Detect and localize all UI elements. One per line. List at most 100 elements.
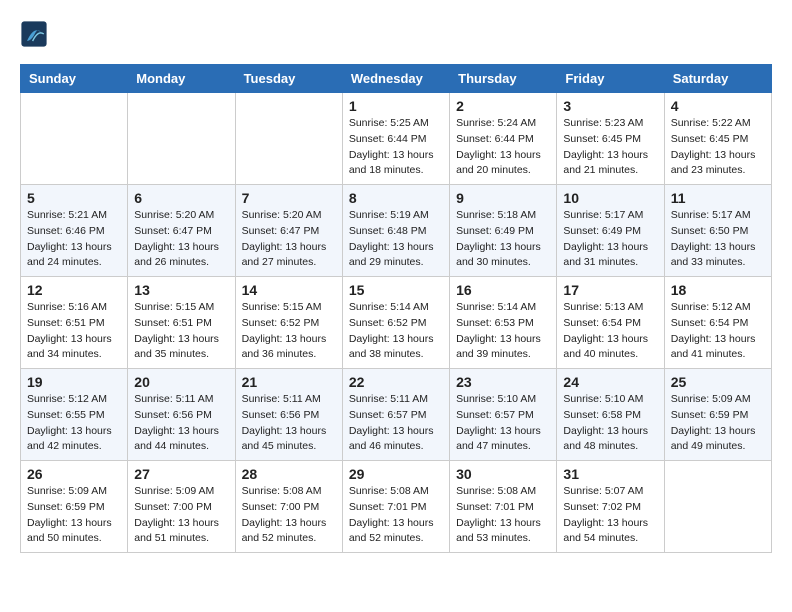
- calendar-cell: 10 Sunrise: 5:17 AM Sunset: 6:49 PM Dayli…: [557, 185, 664, 277]
- calendar-cell: 7 Sunrise: 5:20 AM Sunset: 6:47 PM Daylig…: [235, 185, 342, 277]
- column-header-wednesday: Wednesday: [342, 65, 449, 93]
- day-number: 25: [671, 374, 765, 390]
- day-number: 1: [349, 98, 443, 114]
- day-info: Sunrise: 5:12 AM Sunset: 6:54 PM Dayligh…: [671, 300, 765, 363]
- calendar-cell: [664, 461, 771, 553]
- column-header-sunday: Sunday: [21, 65, 128, 93]
- logo: [20, 20, 52, 48]
- day-number: 8: [349, 190, 443, 206]
- day-number: 19: [27, 374, 121, 390]
- day-number: 4: [671, 98, 765, 114]
- calendar-cell: 24 Sunrise: 5:10 AM Sunset: 6:58 PM Dayli…: [557, 369, 664, 461]
- day-number: 22: [349, 374, 443, 390]
- day-number: 13: [134, 282, 228, 298]
- calendar-cell: 31Sunrise: 5:07 AM Sunset: 7:02 PM Dayli…: [557, 461, 664, 553]
- day-number: 3: [563, 98, 657, 114]
- day-info: Sunrise: 5:11 AM Sunset: 6:56 PM Dayligh…: [134, 392, 228, 455]
- calendar-cell: 29Sunrise: 5:08 AM Sunset: 7:01 PM Dayli…: [342, 461, 449, 553]
- calendar-cell: 17Sunrise: 5:13 AM Sunset: 6:54 PM Dayli…: [557, 277, 664, 369]
- day-number: 26: [27, 466, 121, 482]
- day-info: Sunrise: 5:08 AM Sunset: 7:01 PM Dayligh…: [456, 484, 550, 547]
- day-info: Sunrise: 5:17 AM Sunset: 6:50 PM Dayligh…: [671, 208, 765, 271]
- day-number: 9: [456, 190, 550, 206]
- calendar-cell: 8 Sunrise: 5:19 AM Sunset: 6:48 PM Daylig…: [342, 185, 449, 277]
- calendar-cell: 26 Sunrise: 5:09 AM Sunset: 6:59 PM Dayli…: [21, 461, 128, 553]
- calendar-cell: 2 Sunrise: 5:24 AM Sunset: 6:44 PM Daylig…: [450, 93, 557, 185]
- day-info: Sunrise: 5:10 AM Sunset: 6:57 PM Dayligh…: [456, 392, 550, 455]
- day-info: Sunrise: 5:09 AM Sunset: 7:00 PM Dayligh…: [134, 484, 228, 547]
- calendar-cell: 16Sunrise: 5:14 AM Sunset: 6:53 PM Dayli…: [450, 277, 557, 369]
- day-info: Sunrise: 5:15 AM Sunset: 6:51 PM Dayligh…: [134, 300, 228, 363]
- calendar-week-1: 1 Sunrise: 5:25 AM Sunset: 6:44 PM Daylig…: [21, 93, 772, 185]
- column-header-saturday: Saturday: [664, 65, 771, 93]
- calendar-cell: 12 Sunrise: 5:16 AM Sunset: 6:51 PM Dayli…: [21, 277, 128, 369]
- day-number: 21: [242, 374, 336, 390]
- day-number: 28: [242, 466, 336, 482]
- day-info: Sunrise: 5:20 AM Sunset: 6:47 PM Dayligh…: [134, 208, 228, 271]
- day-info: Sunrise: 5:09 AM Sunset: 6:59 PM Dayligh…: [671, 392, 765, 455]
- day-number: 7: [242, 190, 336, 206]
- day-info: Sunrise: 5:25 AM Sunset: 6:44 PM Dayligh…: [349, 116, 443, 179]
- calendar-cell: 22 Sunrise: 5:11 AM Sunset: 6:57 PM Dayli…: [342, 369, 449, 461]
- calendar-cell: 6Sunrise: 5:20 AM Sunset: 6:47 PM Daylig…: [128, 185, 235, 277]
- day-info: Sunrise: 5:10 AM Sunset: 6:58 PM Dayligh…: [563, 392, 657, 455]
- calendar-cell: 18 Sunrise: 5:12 AM Sunset: 6:54 PM Dayli…: [664, 277, 771, 369]
- day-number: 2: [456, 98, 550, 114]
- day-number: 15: [349, 282, 443, 298]
- day-info: Sunrise: 5:08 AM Sunset: 7:01 PM Dayligh…: [349, 484, 443, 547]
- calendar-cell: 25 Sunrise: 5:09 AM Sunset: 6:59 PM Dayli…: [664, 369, 771, 461]
- day-number: 10: [563, 190, 657, 206]
- day-info: Sunrise: 5:23 AM Sunset: 6:45 PM Dayligh…: [563, 116, 657, 179]
- calendar-week-3: 12 Sunrise: 5:16 AM Sunset: 6:51 PM Dayli…: [21, 277, 772, 369]
- day-number: 24: [563, 374, 657, 390]
- calendar-cell: 23Sunrise: 5:10 AM Sunset: 6:57 PM Dayli…: [450, 369, 557, 461]
- day-info: Sunrise: 5:15 AM Sunset: 6:52 PM Dayligh…: [242, 300, 336, 363]
- day-info: Sunrise: 5:18 AM Sunset: 6:49 PM Dayligh…: [456, 208, 550, 271]
- calendar-week-5: 26 Sunrise: 5:09 AM Sunset: 6:59 PM Dayli…: [21, 461, 772, 553]
- calendar-cell: 3 Sunrise: 5:23 AM Sunset: 6:45 PM Daylig…: [557, 93, 664, 185]
- calendar-cell: 27Sunrise: 5:09 AM Sunset: 7:00 PM Dayli…: [128, 461, 235, 553]
- calendar-cell: 9 Sunrise: 5:18 AM Sunset: 6:49 PM Daylig…: [450, 185, 557, 277]
- day-number: 11: [671, 190, 765, 206]
- calendar-cell: 15 Sunrise: 5:14 AM Sunset: 6:52 PM Dayli…: [342, 277, 449, 369]
- column-header-thursday: Thursday: [450, 65, 557, 93]
- calendar-cell: 20 Sunrise: 5:11 AM Sunset: 6:56 PM Dayli…: [128, 369, 235, 461]
- day-info: Sunrise: 5:17 AM Sunset: 6:49 PM Dayligh…: [563, 208, 657, 271]
- day-info: Sunrise: 5:09 AM Sunset: 6:59 PM Dayligh…: [27, 484, 121, 547]
- day-info: Sunrise: 5:22 AM Sunset: 6:45 PM Dayligh…: [671, 116, 765, 179]
- logo-icon: [20, 20, 48, 48]
- day-number: 5: [27, 190, 121, 206]
- page-header: [20, 20, 772, 48]
- day-info: Sunrise: 5:19 AM Sunset: 6:48 PM Dayligh…: [349, 208, 443, 271]
- day-number: 17: [563, 282, 657, 298]
- column-header-monday: Monday: [128, 65, 235, 93]
- day-number: 16: [456, 282, 550, 298]
- calendar-cell: [21, 93, 128, 185]
- day-info: Sunrise: 5:16 AM Sunset: 6:51 PM Dayligh…: [27, 300, 121, 363]
- calendar-header: SundayMondayTuesdayWednesdayThursdayFrid…: [21, 65, 772, 93]
- day-number: 31: [563, 466, 657, 482]
- day-number: 30: [456, 466, 550, 482]
- column-header-friday: Friday: [557, 65, 664, 93]
- day-info: Sunrise: 5:11 AM Sunset: 6:56 PM Dayligh…: [242, 392, 336, 455]
- calendar-week-4: 19 Sunrise: 5:12 AM Sunset: 6:55 PM Dayli…: [21, 369, 772, 461]
- day-info: Sunrise: 5:24 AM Sunset: 6:44 PM Dayligh…: [456, 116, 550, 179]
- day-number: 18: [671, 282, 765, 298]
- calendar-table: SundayMondayTuesdayWednesdayThursdayFrid…: [20, 64, 772, 553]
- calendar-cell: 28 Sunrise: 5:08 AM Sunset: 7:00 PM Dayli…: [235, 461, 342, 553]
- calendar-cell: 4 Sunrise: 5:22 AM Sunset: 6:45 PM Daylig…: [664, 93, 771, 185]
- calendar-cell: 13 Sunrise: 5:15 AM Sunset: 6:51 PM Dayli…: [128, 277, 235, 369]
- day-info: Sunrise: 5:11 AM Sunset: 6:57 PM Dayligh…: [349, 392, 443, 455]
- day-number: 20: [134, 374, 228, 390]
- calendar-cell: [235, 93, 342, 185]
- day-info: Sunrise: 5:20 AM Sunset: 6:47 PM Dayligh…: [242, 208, 336, 271]
- day-info: Sunrise: 5:21 AM Sunset: 6:46 PM Dayligh…: [27, 208, 121, 271]
- day-info: Sunrise: 5:08 AM Sunset: 7:00 PM Dayligh…: [242, 484, 336, 547]
- day-info: Sunrise: 5:14 AM Sunset: 6:52 PM Dayligh…: [349, 300, 443, 363]
- calendar-cell: 30 Sunrise: 5:08 AM Sunset: 7:01 PM Dayli…: [450, 461, 557, 553]
- day-info: Sunrise: 5:12 AM Sunset: 6:55 PM Dayligh…: [27, 392, 121, 455]
- day-number: 14: [242, 282, 336, 298]
- calendar-cell: 1 Sunrise: 5:25 AM Sunset: 6:44 PM Daylig…: [342, 93, 449, 185]
- day-number: 12: [27, 282, 121, 298]
- column-header-tuesday: Tuesday: [235, 65, 342, 93]
